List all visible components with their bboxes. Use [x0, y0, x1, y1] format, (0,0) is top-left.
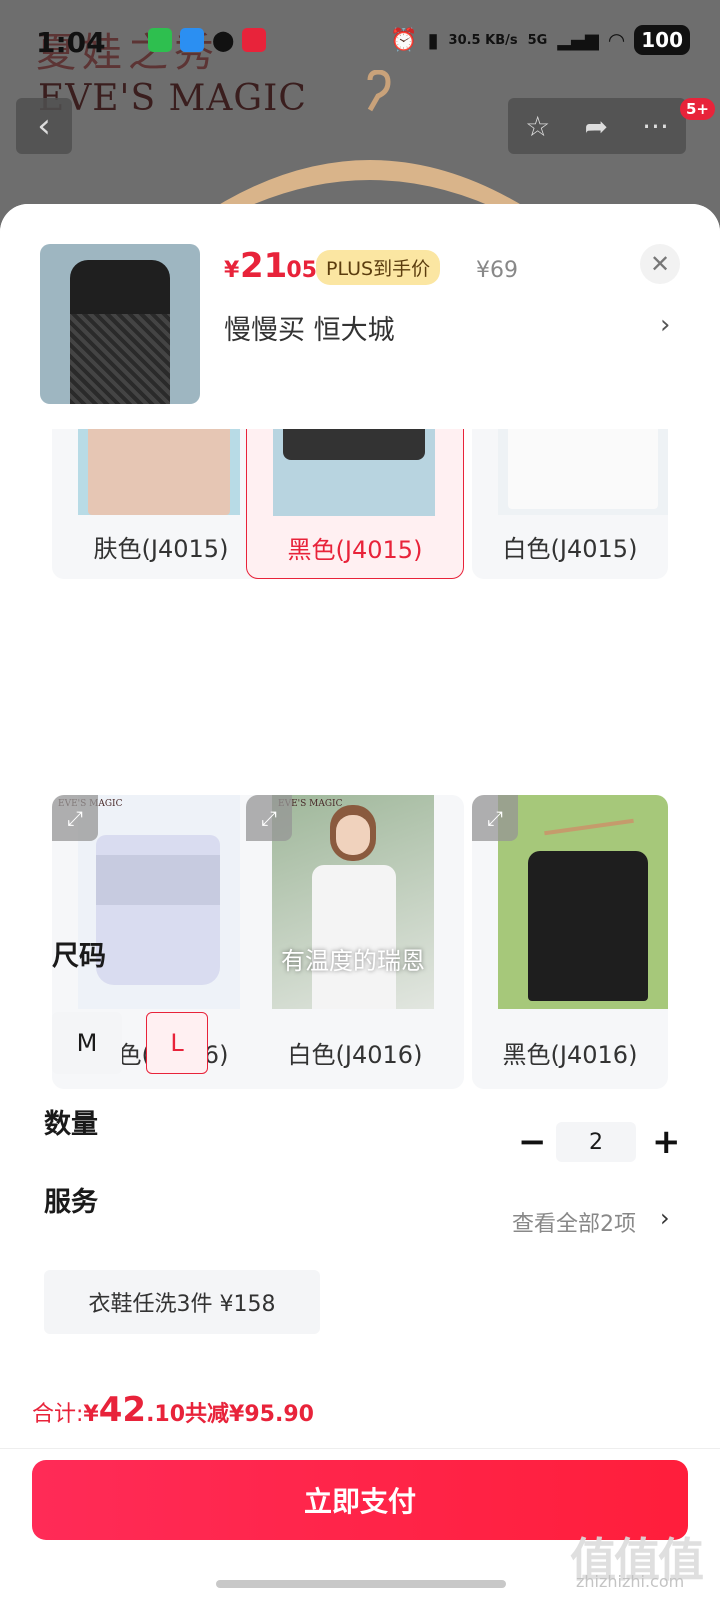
color-option[interactable]: ⤢ 黑色(J4016) [472, 795, 668, 1089]
status-time: 1:04 [36, 26, 106, 59]
chevron-right-icon[interactable]: › [660, 310, 670, 340]
quantity-minus-button[interactable]: − [518, 1122, 547, 1162]
message-badge: 5+ [680, 98, 716, 120]
total-decimal: .10 [146, 1402, 186, 1427]
net-speed: 30.5 KB/s [448, 32, 518, 48]
quantity-input[interactable]: 2 [556, 1122, 636, 1162]
location-icon: ⬤ [212, 28, 235, 52]
status-right-group: ⏰ ▮ 30.5 KB/s 5G ▂▄▆ ◠ 100 [390, 25, 690, 55]
size-title: 尺码 [52, 941, 106, 972]
expand-icon[interactable]: ⤢ [246, 795, 292, 841]
price-symbol: ¥ [224, 258, 240, 283]
close-icon: ✕ [649, 250, 671, 278]
more-icon[interactable]: ··· [642, 110, 669, 143]
color-option[interactable]: 有温度的瑞恩 EVE'S MAGIC ⤢ 白色(J4016) [246, 795, 464, 1089]
option-label: 黑色(J4015) [287, 536, 423, 564]
expand-icon[interactable]: ⤢ [52, 795, 98, 841]
original-price: ¥69 [476, 258, 518, 283]
plus-price-tag: PLUS到手价 [316, 250, 441, 285]
total-discount: 共减¥95.90 [185, 1402, 314, 1427]
battery-indicator: 100 [634, 25, 690, 55]
option-label: 黑色(J4016) [502, 1041, 638, 1069]
app-icon-green [148, 28, 172, 52]
option-label: 白色(J4016) [287, 1041, 423, 1069]
total-integer: 42 [98, 1390, 147, 1430]
price-decimal: .05 [278, 258, 317, 283]
chevron-right-icon[interactable]: › [660, 1204, 670, 1232]
back-button[interactable]: ‹ [16, 98, 72, 154]
total-symbol: ¥ [83, 1402, 99, 1427]
option-image [78, 795, 240, 1009]
quantity-plus-button[interactable]: + [652, 1122, 681, 1162]
option-label: 肤色(J4015) [93, 535, 229, 563]
footer-divider [0, 1448, 720, 1449]
service-view-all[interactable]: 查看全部2项 [512, 1206, 636, 1238]
delivery-address[interactable]: 慢慢买 恒大城 [224, 308, 395, 347]
close-button[interactable]: ✕ [640, 244, 680, 284]
star-icon[interactable]: ☆ [525, 110, 550, 143]
signal-icon: ▂▄▆ [557, 29, 599, 51]
total-price: 合计: ¥ 42 .10 共减¥95.90 [32, 1390, 314, 1430]
network-type: 5G [527, 32, 548, 48]
vibrate-icon: ▮ [427, 28, 439, 52]
alarm-icon: ⏰ [390, 27, 418, 53]
app-icon-red [242, 28, 266, 52]
home-indicator[interactable] [216, 1580, 506, 1588]
wifi-icon: ◠ [608, 28, 625, 52]
watermark-url: zhizhizhi.com [576, 1572, 685, 1591]
chevron-left-icon: ‹ [37, 106, 51, 146]
total-label: 合计: [32, 1402, 84, 1427]
option-label: 白色(J4015) [502, 535, 638, 563]
app-icon-chat [180, 28, 204, 52]
size-option-m[interactable]: M [52, 1012, 122, 1074]
quantity-title: 数量 [44, 1109, 98, 1140]
size-option-l[interactable]: L [146, 1012, 208, 1074]
sheet-header: ¥ 21 .05 PLUS到手价 ¥69 ✕ 慢慢买 恒大城 › [0, 204, 720, 429]
image-caption: 有温度的瑞恩 [281, 947, 425, 975]
expand-icon[interactable]: ⤢ [472, 795, 518, 841]
top-tools: ☆ ➦ ··· [508, 98, 686, 154]
share-icon[interactable]: ➦ [584, 110, 607, 143]
status-bar: 1:04 ⬤ ⏰ ▮ 30.5 KB/s 5G ▂▄▆ ◠ 100 [0, 20, 720, 64]
product-thumbnail [40, 244, 200, 404]
service-title: 服务 [44, 1187, 98, 1218]
service-chip[interactable]: 衣鞋任洗3件 ¥158 [44, 1270, 320, 1334]
option-image: 有温度的瑞恩 [272, 795, 434, 1009]
option-image [498, 795, 668, 1009]
